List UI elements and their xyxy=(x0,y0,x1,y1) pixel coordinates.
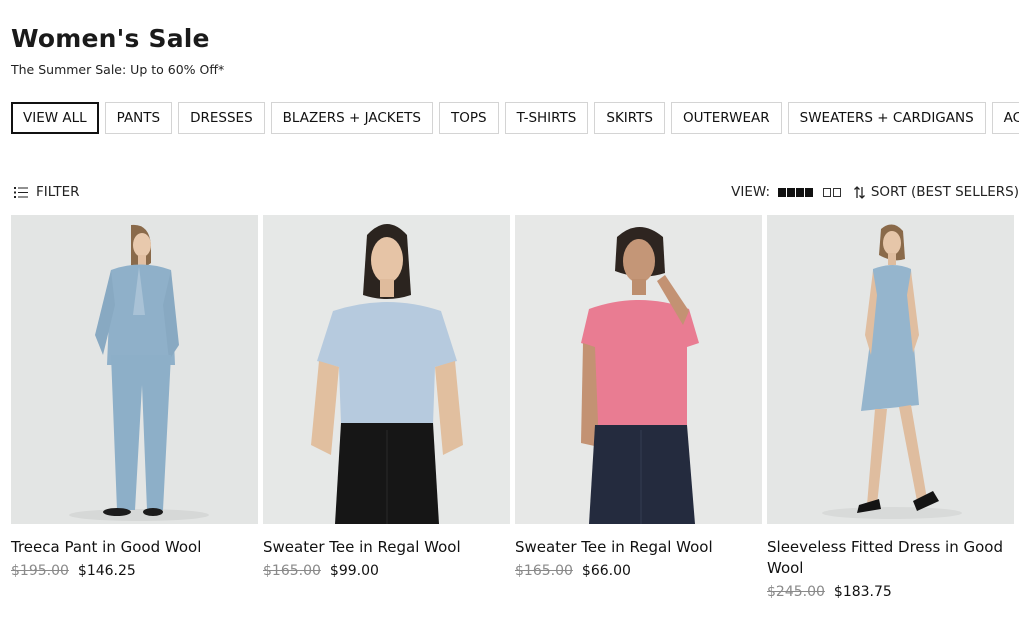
category-pants[interactable]: PANTS xyxy=(104,102,173,134)
page-title: Women's Sale xyxy=(11,24,210,53)
sort-arrows-icon xyxy=(853,185,865,199)
product-name[interactable]: Sleeveless Fitted Dress in Good Wool xyxy=(767,537,1014,579)
sale-price: $146.25 xyxy=(77,563,136,579)
category-sweaters-cardigans[interactable]: SWEATERS + CARDIGANS xyxy=(787,102,986,134)
product-card[interactable]: Sweater Tee in Regal Wool $165.00 $66.00 xyxy=(515,215,762,579)
filter-button[interactable]: FILTER xyxy=(14,184,80,200)
listing-toolbar: FILTER VIEW: SORT (BEST SELLERS) xyxy=(11,184,1019,206)
original-price: $245.00 xyxy=(767,584,825,600)
category-skirts[interactable]: SKIRTS xyxy=(594,102,665,134)
original-price: $165.00 xyxy=(263,563,321,579)
view-label: VIEW: xyxy=(731,184,770,200)
category-accessories[interactable]: ACCESSORIES xyxy=(991,102,1019,134)
view-switcher: VIEW: xyxy=(731,184,841,200)
filter-list-icon xyxy=(14,186,28,198)
sale-price: $99.00 xyxy=(329,563,379,579)
category-tops[interactable]: TOPS xyxy=(438,102,499,134)
original-price: $195.00 xyxy=(11,563,69,579)
filter-label: FILTER xyxy=(36,184,80,200)
product-price: $245.00 $183.75 xyxy=(767,584,1014,600)
category-filter-bar: VIEW ALL PANTS DRESSES BLAZERS + JACKETS TOP… xyxy=(11,102,1019,134)
product-price: $195.00 $146.25 xyxy=(11,563,258,579)
page-subtitle: The Summer Sale: Up to 60% Off* xyxy=(11,62,225,77)
product-image[interactable] xyxy=(767,215,1014,524)
product-card[interactable]: Sleeveless Fitted Dress in Good Wool $24… xyxy=(767,215,1014,600)
sort-button[interactable]: SORT (BEST SELLERS) xyxy=(853,184,1019,200)
product-image[interactable] xyxy=(515,215,762,524)
category-dresses[interactable]: DRESSES xyxy=(178,102,265,134)
category-outerwear[interactable]: OUTERWEAR xyxy=(671,102,782,134)
grid-2-columns-icon[interactable] xyxy=(823,187,841,197)
product-image[interactable] xyxy=(11,215,258,524)
product-image[interactable] xyxy=(263,215,510,524)
category-blazers-jackets[interactable]: BLAZERS + JACKETS xyxy=(270,102,433,134)
grid-4-columns-icon[interactable] xyxy=(778,187,813,197)
product-card[interactable]: Sweater Tee in Regal Wool $165.00 $99.00 xyxy=(263,215,510,579)
sort-label: SORT (BEST SELLERS) xyxy=(870,184,1019,200)
product-price: $165.00 $66.00 xyxy=(515,563,762,579)
sale-price: $183.75 xyxy=(833,584,892,600)
product-name[interactable]: Treeca Pant in Good Wool xyxy=(11,537,258,558)
product-price: $165.00 $99.00 xyxy=(263,563,510,579)
product-name[interactable]: Sweater Tee in Regal Wool xyxy=(263,537,510,558)
product-name[interactable]: Sweater Tee in Regal Wool xyxy=(515,537,762,558)
product-card[interactable]: Treeca Pant in Good Wool $195.00 $146.25 xyxy=(11,215,258,579)
original-price: $165.00 xyxy=(515,563,573,579)
category-view-all[interactable]: VIEW ALL xyxy=(11,102,99,134)
category-t-shirts[interactable]: T-SHIRTS xyxy=(504,102,589,134)
sale-price: $66.00 xyxy=(581,563,631,579)
